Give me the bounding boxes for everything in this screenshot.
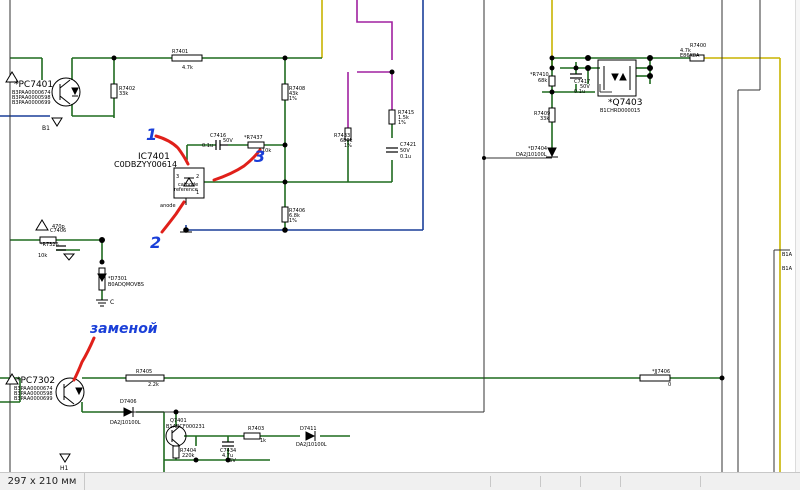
status-separator [580,476,581,487]
label-r7409-val: 33k [540,116,549,122]
label-jj7406-val: 0 [668,382,671,388]
label-r7326-val: 10k [38,253,47,259]
label-d7301-pn: B0ADQMOVBS [108,282,144,288]
r7415-body [388,109,396,125]
label-b1a-right2: B1A [782,266,793,272]
label-reference: reference [174,187,198,193]
label-c-node: C [110,299,114,306]
annotation-replace-note: заменой [89,321,158,337]
r7402-body [110,83,118,99]
status-separator [620,476,621,487]
label-r7326-ref: *R7326 [40,242,59,248]
label-q7401-pn: B1ABCF000231 [166,424,205,430]
vertical-scrollbar[interactable] [795,0,800,472]
label-ic7401-pn: C0DBZYY00614 [114,160,177,169]
label-r7401-val: 4.7k [182,65,193,71]
label-r7437-ref: *R7437 [244,135,263,141]
label-r7400-ref: R7400 [690,43,706,49]
label-c7434-val2: 16V [226,458,236,464]
label-pc7302-pn3: B3PAA0000699 [14,396,53,402]
status-paper-size: 297 x 210 мм [0,473,85,490]
document-viewer: *PC7401 B3PAA0000674 B3PAA0000598 B3PAA0… [0,0,800,490]
label-c7416-val2: 50V [223,138,233,144]
label-h1: H1 [60,465,69,472]
annotation-one: 1 [146,125,157,144]
label-r7433-tol: 1% [344,143,352,149]
label-r7400-pn: E86K8A [680,53,700,59]
label-c7421-val2: 0.1u [400,154,411,160]
r7406-body [281,206,289,223]
status-separator [490,476,491,487]
jj7406-body [639,374,671,382]
label-c7416-val1: 0.1u [202,143,213,149]
label-r7402-val: 33k [119,91,128,97]
label-d7411-ref: D7411 [300,426,317,432]
label-jj7406-ref: *JJ7406 [652,369,670,375]
annotation-three: 3 [254,147,265,166]
label-d7404-pn: DA2J10100L [516,152,547,158]
label-r7405-ref: R7405 [136,369,152,375]
r7408-body [281,83,289,101]
label-pc7401-ref: *PC7401 [14,80,53,90]
label-anode: anode [160,203,176,209]
label-r7401-ref: R7401 [172,49,188,55]
label-r7406-tol: 1% [289,218,297,224]
label-q7403-ref: *Q7403 [608,98,643,108]
label-c7417-val2: 0.1u [574,89,585,95]
schematic-sheet: *PC7401 B3PAA0000674 B3PAA0000598 B3PAA0… [0,0,800,472]
label-r7404-val: 220k [182,453,195,459]
r7403-body [243,432,261,440]
r7405-body [125,374,165,382]
label-d7411-pn: DA2J10100L [296,442,327,448]
label-pin2: 2 [196,174,199,180]
r7401-body [171,54,203,62]
label-q7403-pn: B1CHRD000015 [600,108,640,114]
label-pc7401-pn3: B3PAA0000699 [12,100,51,106]
label-c7406-val: 470p [52,224,65,230]
label-d7406-ref: D7406 [120,399,137,405]
label-pin3: 3 [176,174,179,180]
status-separator [700,476,701,487]
label-pc7302-ref: *PC7302 [16,376,55,386]
label-d7406-pn: DA2J10100L [110,420,141,426]
status-bar: 297 x 210 мм [0,472,800,490]
label-b1: B1 [42,125,50,132]
annotation-two: 2 [150,233,161,252]
r7404-body [172,445,180,459]
label-r7405-val: 2.2k [148,382,159,388]
label-r7410-val: 68k [538,78,547,84]
r7410-body [548,75,556,87]
label-r7403-ref: R7403 [248,426,264,432]
label-r7403-val: 1k [260,438,266,444]
label-b1a-right: B1A [782,252,793,258]
label-r7408-tol: 1% [289,96,297,102]
label-r7415-tol: 1% [398,120,406,126]
status-separator [540,476,541,487]
